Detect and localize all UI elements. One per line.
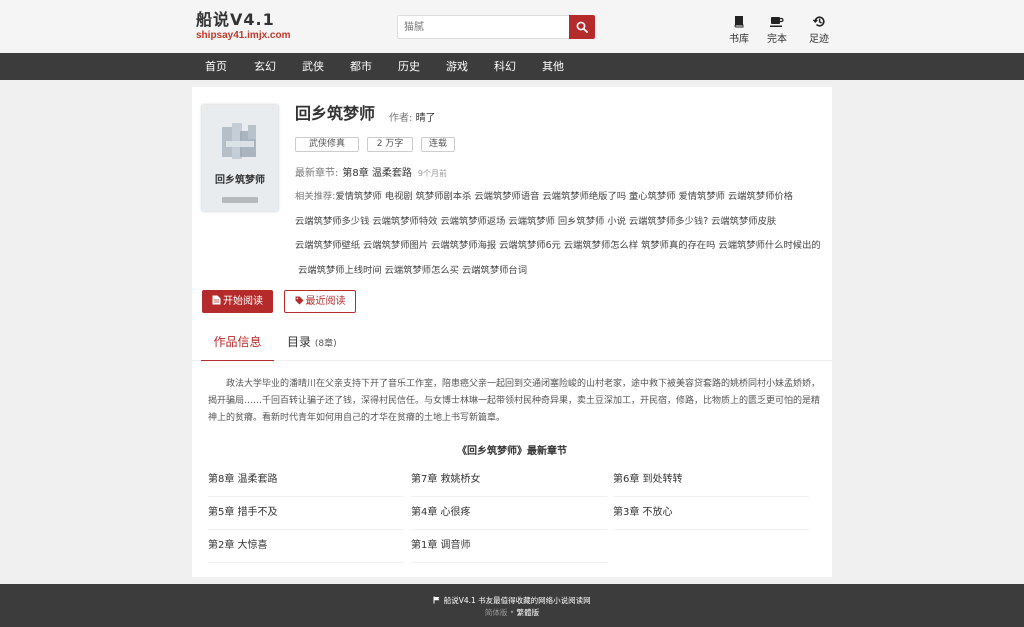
toc-count: (8章) [314,339,337,349]
book-title: 回乡筑梦师 [295,104,376,123]
site-domain[interactable]: shipsay41.imjx.com [196,30,291,42]
latest-chapters-title: 《回乡筑梦师》最新章节 [457,446,567,457]
book-detail-card: 回乡筑梦师 回乡筑梦师 作者: 晴了 武侠修真 2 万字 连载 最新章节: 第8章… [192,87,832,577]
book-icon [724,15,754,29]
nav-item-home[interactable]: 首页 [205,53,227,80]
flag-icon [433,596,440,604]
chapter-link[interactable]: 第5章 措手不及 [208,497,404,530]
search-icon [576,21,588,33]
related-line[interactable]: 云端筑梦师上线时间 云端筑梦师怎么买 云端筑梦师台词 [295,259,825,284]
tag-status: 连载 [421,137,455,152]
recent-reading-button[interactable]: 最近阅读 [284,290,356,313]
nav-item-other[interactable]: 其他 [542,53,564,80]
file-icon [212,295,221,305]
search-input[interactable] [397,15,570,39]
related-line[interactable]: 云端筑梦师壁纸 云端筑梦师图片 云端筑梦师海报 云端筑梦师6元 云端筑梦师怎么样… [295,234,825,259]
detail-tabs: 作品信息 目录 (8章) [192,323,832,361]
toc-label: 目录 [287,335,312,349]
search-button[interactable] [569,15,595,39]
related-links[interactable]: 爱情筑梦师 电视剧 筑梦师剧本杀 云端筑梦师语音 云端筑梦师绝版了吗 童心筑梦师… [335,191,793,202]
related-line: 相关推荐:爱情筑梦师 电视剧 筑梦师剧本杀 云端筑梦师语音 云端筑梦师绝版了吗 … [295,185,825,210]
chapter-link[interactable]: 第4章 心很疼 [411,497,607,530]
library-link[interactable]: 书库 [724,15,754,45]
traditional-link[interactable]: 繁體版 [517,608,540,617]
tag-word-count: 2 万字 [367,137,413,152]
author-label: 作者: [389,113,413,124]
latest-chapter-line: 最新章节: 第8章 温柔套路 9个月前 [295,164,447,179]
start-reading-button[interactable]: 开始阅读 [202,290,273,313]
chapter-link[interactable]: 第3章 不放心 [613,497,809,530]
chapter-link[interactable]: 第2章 大惊喜 [208,530,404,563]
completed-link[interactable]: 完本 [762,15,792,45]
cover-title: 回乡筑梦师 [215,175,265,186]
latest-label: 最新章节: [295,168,339,179]
book-cover[interactable]: 回乡筑梦师 [202,105,278,211]
nav-item-history[interactable]: 历史 [398,53,420,80]
latest-chapter-link[interactable]: 第8章 温柔套路 [342,168,412,179]
tab-book-info[interactable]: 作品信息 [201,323,274,361]
author-name[interactable]: 晴了 [416,113,436,124]
chapter-link[interactable]: 第8章 温柔套路 [208,464,404,497]
top-header: 船说V4.1 shipsay41.imjx.com 书库 完本 足迹 [0,0,1024,53]
footer-slogan-text: 船说V4.1 书友最值得收藏的网络小说阅读网 [443,596,591,605]
completed-label: 完本 [767,34,787,45]
latest-time: 9个月前 [417,169,448,178]
nav-item-scifi[interactable]: 科幻 [494,53,516,80]
related-label: 相关推荐: [295,191,336,202]
related-links[interactable]: 云端筑梦师上线时间 云端筑梦师怎么买 云端筑梦师台词 [298,265,527,276]
cover-illustration [222,123,256,159]
language-separator: • [509,608,515,617]
author-line: 作者: 晴了 [389,109,436,124]
chapter-link[interactable]: 第1章 调音师 [411,530,607,563]
footer-slogan: 船说V4.1 书友最值得收藏的网络小说阅读网 [0,595,1024,606]
nav-item-urban[interactable]: 都市 [350,53,372,80]
nav-item-wuxia[interactable]: 武侠 [302,53,324,80]
site-logo[interactable]: 船说V4.1 shipsay41.imjx.com [196,10,291,42]
nav-item-fantasy[interactable]: 玄幻 [254,53,276,80]
related-recommendations: 相关推荐:爱情筑梦师 电视剧 筑梦师剧本杀 云端筑梦师语音 云端筑梦师绝版了吗 … [295,185,825,283]
cover-publisher-mark [222,197,258,203]
start-reading-label: 开始阅读 [223,296,263,307]
site-name[interactable]: 船说V4.1 [196,10,291,30]
tab-table-of-contents[interactable]: 目录 (8章) [287,323,337,361]
site-footer: 船说V4.1 书友最值得收藏的网络小说阅读网 简体版 • 繁體版 [0,584,1024,627]
nav-item-games[interactable]: 游戏 [446,53,468,80]
language-switch: 简体版 • 繁體版 [0,607,1024,618]
chapter-link[interactable]: 第6章 到处转转 [613,464,809,497]
search-form [397,15,598,39]
history-link[interactable]: 足迹 [804,15,834,45]
library-label: 书库 [729,34,749,45]
tag-category[interactable]: 武侠修真 [295,137,359,152]
main-nav: 首页 玄幻 武侠 都市 历史 游戏 科幻 其他 [0,53,1024,80]
tag-icon [295,296,303,305]
chapter-link[interactable]: 第7章 救姚桥女 [411,464,607,497]
related-line[interactable]: 云端筑梦师多少钱 云端筑梦师特效 云端筑梦师返场 云端筑梦师 回乡筑梦师 小说 … [295,210,825,235]
history-label: 足迹 [809,34,829,45]
recent-reading-label: 最近阅读 [305,296,346,307]
history-icon [804,15,834,29]
book-introduction: 政法大学毕业的潘晴川在父亲支持下开了音乐工作室，陪患癌父亲一起回到交通闭塞险峻的… [208,379,821,423]
simplified-link[interactable]: 简体版 [485,608,508,617]
coffee-icon [762,15,792,29]
